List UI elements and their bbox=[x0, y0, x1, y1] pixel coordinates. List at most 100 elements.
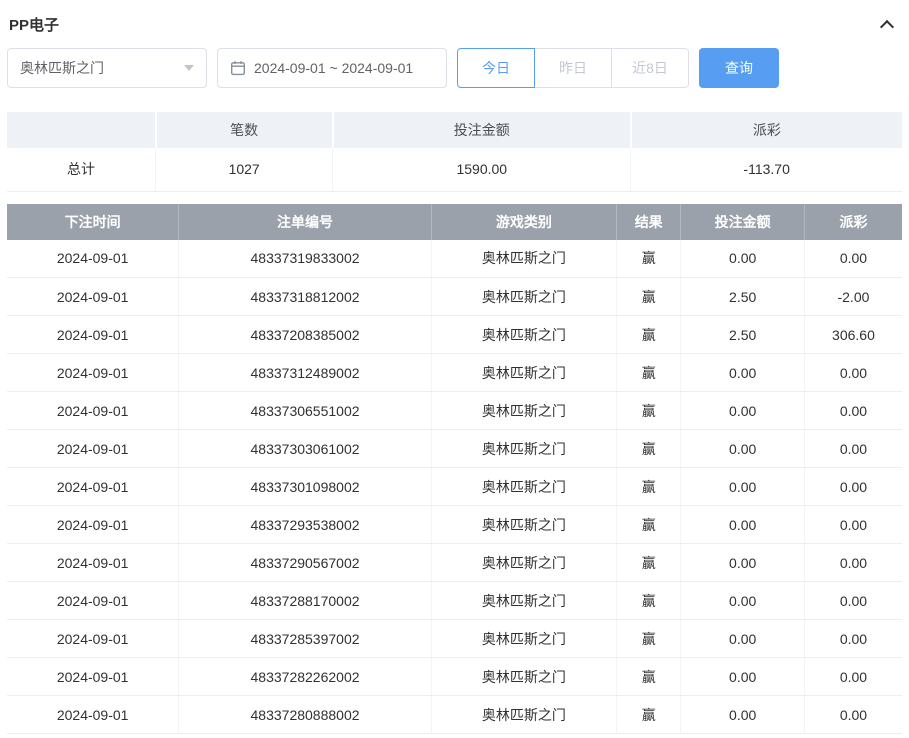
table-row: 2024-09-01 48337306551002 奥林匹斯之门赢 0.00 0.00 bbox=[7, 391, 902, 430]
cell-result: 赢 bbox=[615, 467, 681, 506]
cell-result: 赢 bbox=[615, 505, 681, 544]
cell-bet-time: 2024-09-01 bbox=[7, 619, 179, 658]
cell-bet-amount: 0.00 bbox=[680, 695, 805, 734]
collapse-chevron-up-icon[interactable] bbox=[878, 13, 896, 36]
filter-bar: 奥林匹斯之门 2024-09-01 ~ 2024-09-01 今日 昨日 近8日… bbox=[7, 48, 902, 88]
table-row: 2024-09-01 48337312489002 奥林匹斯之门赢 0.00 0.00 bbox=[7, 353, 902, 392]
cell-bet-id: 48337285397002 bbox=[178, 619, 432, 658]
quick-filter-group: 今日 昨日 近8日 bbox=[457, 48, 689, 88]
table-row: 2024-09-01 48337208385002 奥林匹斯之门赢 2.50 306.6… bbox=[7, 315, 902, 354]
quick-filter-today[interactable]: 今日 bbox=[457, 48, 535, 88]
cell-bet-id: 48337208385002 bbox=[178, 315, 432, 354]
summary-header-row: 笔数 投注金额 派彩 bbox=[7, 112, 902, 148]
column-header-result: 结果 bbox=[615, 203, 681, 240]
cell-result: 赢 bbox=[615, 353, 681, 392]
cell-bet-time: 2024-09-01 bbox=[7, 277, 179, 316]
cell-bet-id: 48337312489002 bbox=[178, 353, 432, 392]
cell-bet-time: 2024-09-01 bbox=[7, 239, 179, 278]
calendar-icon bbox=[230, 60, 246, 76]
summary-total-count: 1027 bbox=[155, 148, 333, 192]
quick-filter-last-8-days[interactable]: 近8日 bbox=[611, 48, 689, 88]
cell-payout: 0.00 bbox=[803, 505, 902, 544]
cell-payout: 0.00 bbox=[803, 619, 902, 658]
records-table-body: 2024-09-01 48337319833002 奥林匹斯之门赢 0.00 0.00 2… bbox=[7, 239, 902, 734]
summary-header-count: 笔数 bbox=[154, 112, 333, 148]
cell-bet-id: 48337303061002 bbox=[178, 429, 432, 468]
game-select[interactable]: 奥林匹斯之门 bbox=[7, 48, 207, 88]
cell-payout: -2.00 bbox=[803, 277, 902, 316]
cell-game-category: 奥林匹斯之门 bbox=[430, 277, 617, 316]
cell-bet-amount: 0.00 bbox=[680, 429, 805, 468]
column-header-payout: 派彩 bbox=[803, 203, 902, 240]
cell-bet-time: 2024-09-01 bbox=[7, 353, 179, 392]
cell-result: 赢 bbox=[615, 619, 681, 658]
cell-bet-amount: 0.00 bbox=[680, 391, 805, 430]
summary-total-bet-amount: 1590.00 bbox=[332, 148, 631, 192]
cell-bet-amount: 0.00 bbox=[680, 543, 805, 582]
chevron-down-icon bbox=[184, 65, 194, 71]
table-row: 2024-09-01 48337318812002 奥林匹斯之门赢 2.50 -2.00 bbox=[7, 277, 902, 316]
cell-result: 赢 bbox=[615, 277, 681, 316]
cell-bet-id: 48337306551002 bbox=[178, 391, 432, 430]
cell-game-category: 奥林匹斯之门 bbox=[430, 429, 617, 468]
cell-payout: 0.00 bbox=[803, 239, 902, 278]
cell-payout: 0.00 bbox=[803, 657, 902, 696]
cell-game-category: 奥林匹斯之门 bbox=[430, 239, 617, 278]
summary-header-empty bbox=[7, 112, 156, 148]
cell-game-category: 奥林匹斯之门 bbox=[430, 467, 617, 506]
cell-game-category: 奥林匹斯之门 bbox=[430, 619, 617, 658]
search-button[interactable]: 查询 bbox=[699, 48, 779, 88]
cell-payout: 0.00 bbox=[803, 467, 902, 506]
cell-payout: 0.00 bbox=[803, 353, 902, 392]
table-row: 2024-09-01 48337303061002 奥林匹斯之门赢 0.00 0.00 bbox=[7, 429, 902, 468]
cell-game-category: 奥林匹斯之门 bbox=[430, 391, 617, 430]
cell-result: 赢 bbox=[615, 657, 681, 696]
table-row: 2024-09-01 48337293538002 奥林匹斯之门赢 0.00 0.00 bbox=[7, 505, 902, 544]
cell-game-category: 奥林匹斯之门 bbox=[430, 315, 617, 354]
cell-bet-amount: 0.00 bbox=[680, 239, 805, 278]
page-title: PP电子 bbox=[9, 16, 60, 34]
section-header: PP电子 bbox=[7, 10, 902, 38]
table-row: 2024-09-01 48337288170002 奥林匹斯之门赢 0.00 0.00 bbox=[7, 581, 902, 620]
column-header-bet-time: 下注时间 bbox=[7, 203, 179, 240]
cell-payout: 0.00 bbox=[803, 581, 902, 620]
column-header-game-category: 游戏类别 bbox=[430, 203, 617, 240]
cell-bet-amount: 2.50 bbox=[680, 277, 805, 316]
cell-bet-amount: 0.00 bbox=[680, 505, 805, 544]
cell-bet-time: 2024-09-01 bbox=[7, 391, 179, 430]
records-table: 下注时间 注单编号 游戏类别 结果 投注金额 派彩 2024-09-01 4833… bbox=[7, 203, 902, 734]
column-header-bet-amount: 投注金额 bbox=[680, 203, 805, 240]
cell-game-category: 奥林匹斯之门 bbox=[430, 657, 617, 696]
cell-bet-id: 48337288170002 bbox=[178, 581, 432, 620]
date-range-value: 2024-09-01 ~ 2024-09-01 bbox=[254, 60, 414, 76]
cell-payout: 0.00 bbox=[803, 543, 902, 582]
cell-bet-time: 2024-09-01 bbox=[7, 429, 179, 468]
cell-bet-amount: 0.00 bbox=[680, 581, 805, 620]
cell-bet-amount: 2.50 bbox=[680, 315, 805, 354]
cell-bet-id: 48337318812002 bbox=[178, 277, 432, 316]
cell-bet-time: 2024-09-01 bbox=[7, 581, 179, 620]
table-row: 2024-09-01 48337301098002 奥林匹斯之门赢 0.00 0.00 bbox=[7, 467, 902, 506]
cell-result: 赢 bbox=[615, 315, 681, 354]
cell-game-category: 奥林匹斯之门 bbox=[430, 581, 617, 620]
cell-bet-time: 2024-09-01 bbox=[7, 467, 179, 506]
cell-game-category: 奥林匹斯之门 bbox=[430, 695, 617, 734]
cell-bet-amount: 0.00 bbox=[680, 353, 805, 392]
cell-result: 赢 bbox=[615, 239, 681, 278]
quick-filter-yesterday[interactable]: 昨日 bbox=[534, 48, 612, 88]
cell-result: 赢 bbox=[615, 581, 681, 620]
game-select-value: 奥林匹斯之门 bbox=[20, 60, 104, 76]
summary-table: 笔数 投注金额 派彩 总计 1027 1590.00 -113.70 bbox=[7, 112, 902, 192]
cell-game-category: 奥林匹斯之门 bbox=[430, 505, 617, 544]
table-row: 2024-09-01 48337290567002 奥林匹斯之门赢 0.00 0.00 bbox=[7, 543, 902, 582]
cell-result: 赢 bbox=[615, 695, 681, 734]
cell-bet-amount: 0.00 bbox=[680, 619, 805, 658]
cell-bet-time: 2024-09-01 bbox=[7, 657, 179, 696]
cell-bet-id: 48337280888002 bbox=[178, 695, 432, 734]
date-range-picker[interactable]: 2024-09-01 ~ 2024-09-01 bbox=[217, 48, 447, 88]
cell-bet-amount: 0.00 bbox=[680, 657, 805, 696]
summary-total-payout: -113.70 bbox=[630, 148, 902, 192]
cell-bet-id: 48337293538002 bbox=[178, 505, 432, 544]
cell-bet-id: 48337319833002 bbox=[178, 239, 432, 278]
summary-header-payout: 派彩 bbox=[629, 112, 902, 148]
